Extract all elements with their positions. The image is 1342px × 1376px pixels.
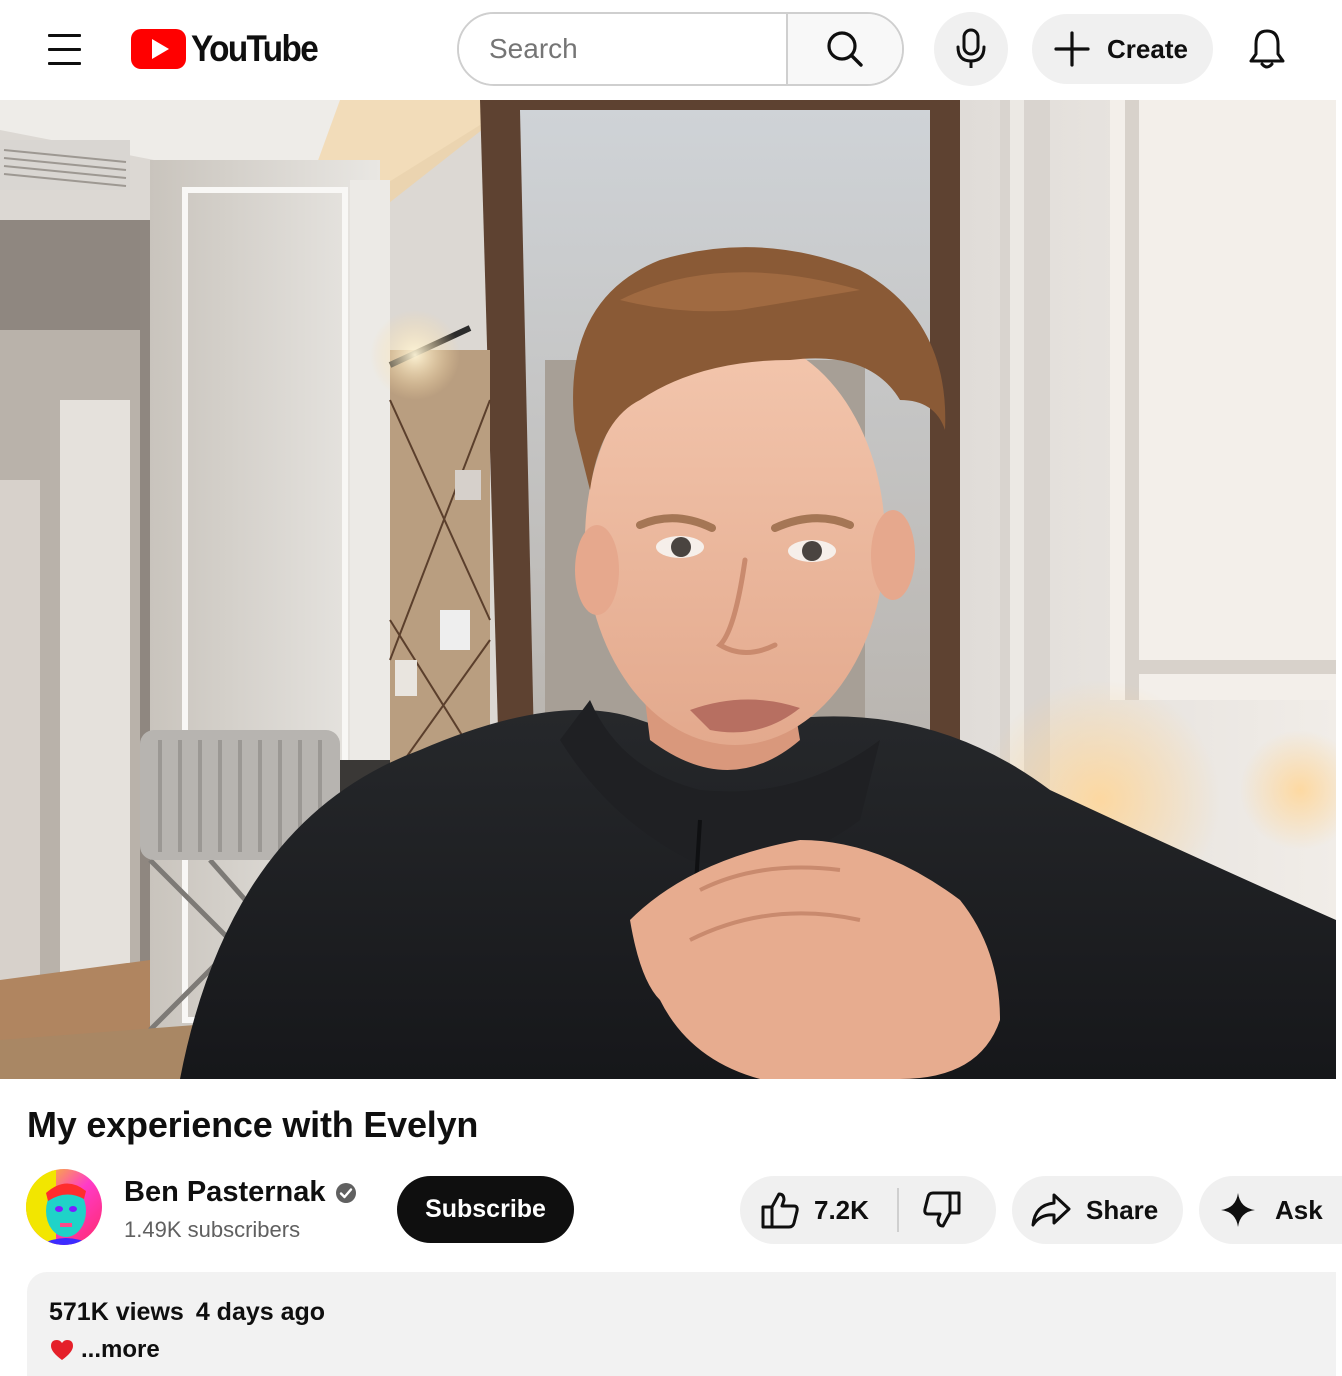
video-title: My experience with Evelyn	[27, 1104, 479, 1145]
ask-label: Ask	[1275, 1194, 1323, 1225]
create-button[interactable]: Create	[1032, 14, 1213, 84]
subscribe-button[interactable]: Subscribe	[397, 1176, 574, 1243]
youtube-logo[interactable]: YouTube	[131, 28, 331, 70]
description-meta: 571K views 4 days ago	[49, 1298, 325, 1327]
channel-name-row: Ben Pasternak	[124, 1176, 357, 1209]
description-preview: ...more	[49, 1336, 160, 1364]
thumbs-down-icon	[923, 1191, 961, 1228]
more-link[interactable]: ...more	[81, 1336, 160, 1364]
channel-avatar[interactable]	[26, 1169, 102, 1245]
video-player[interactable]	[0, 100, 1336, 1079]
menu-button[interactable]	[40, 28, 88, 72]
view-count: 571K views	[49, 1298, 184, 1326]
description-box[interactable]: 571K views 4 days ago ...more	[27, 1272, 1336, 1376]
ask-button[interactable]: Ask	[1199, 1176, 1342, 1244]
channel-name[interactable]: Ben Pasternak	[124, 1176, 326, 1209]
avatar-image	[26, 1169, 102, 1245]
upload-age: 4 days ago	[195, 1298, 326, 1326]
hamburger-icon	[48, 34, 81, 37]
sparkle-icon	[1219, 1191, 1257, 1229]
subscriber-count: 1.49K subscribers	[124, 1217, 301, 1242]
share-arrow-icon	[1030, 1190, 1072, 1230]
logo-text: YouTube	[191, 28, 319, 69]
plus-icon	[1054, 31, 1090, 67]
hamburger-icon-line	[48, 62, 81, 65]
share-button[interactable]: Share	[1012, 1176, 1183, 1244]
notifications-button[interactable]	[1234, 16, 1300, 82]
voice-search-button[interactable]	[934, 12, 1008, 86]
microphone-icon	[956, 28, 986, 68]
search-button[interactable]	[786, 14, 902, 84]
share-label: Share	[1086, 1194, 1159, 1225]
top-bar: YouTube Create	[0, 0, 1336, 100]
search-box	[457, 12, 904, 86]
bell-icon	[1249, 29, 1285, 69]
hamburger-icon-line	[48, 48, 81, 51]
search-icon	[827, 31, 863, 67]
like-button[interactable]: 7.2K	[740, 1176, 869, 1244]
search-input[interactable]	[459, 14, 786, 84]
like-divider	[897, 1188, 899, 1232]
verified-badge-icon	[335, 1182, 356, 1203]
like-dislike-group: 7.2K	[740, 1176, 996, 1244]
red-heart-icon	[51, 1340, 73, 1360]
youtube-play-icon	[131, 29, 186, 69]
video-frame	[0, 100, 1336, 1079]
thumbs-up-icon	[761, 1192, 799, 1229]
dislike-button[interactable]	[918, 1186, 966, 1234]
like-count: 7.2K	[814, 1194, 869, 1225]
create-label: Create	[1107, 33, 1188, 64]
